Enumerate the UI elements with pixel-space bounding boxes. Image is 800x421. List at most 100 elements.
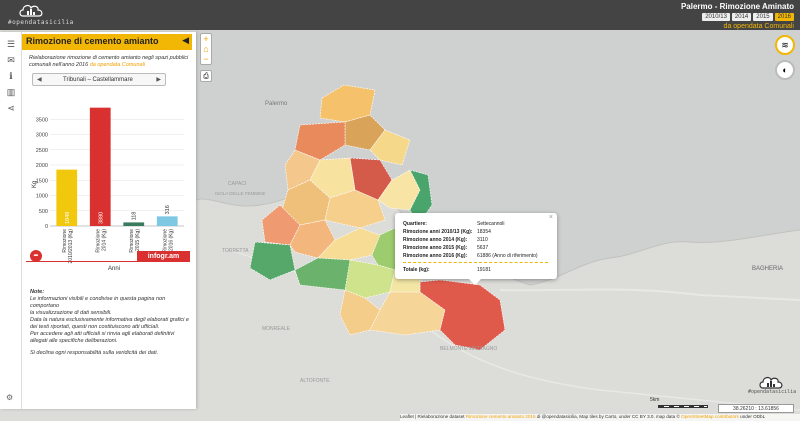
disclaimer: Si declina ogni responsabilità sulla ver… (30, 350, 159, 356)
chart-y-ticks: 0500100015002000250030003500 (36, 117, 48, 230)
bar-chart: 0500100015002000250030003500 1849 3880 118… (32, 107, 184, 272)
place-label: CAPACI (228, 181, 246, 187)
notes-line: la visualizzazione di dati sensibili. (30, 310, 112, 316)
place-label: TORRETTA (222, 248, 249, 254)
zoom-in-button[interactable]: + (201, 34, 211, 44)
watermark-brand: #opendatasicilia (748, 389, 797, 395)
collapse-panel-button[interactable]: ◀ (182, 35, 189, 46)
chart-y-tick-label: 2000 (36, 163, 48, 169)
tab-year-2015[interactable]: 2015 (753, 13, 773, 21)
chart-y-tick-label: 3500 (36, 117, 48, 123)
popup-key: Rimozione anno 2016 (Kg): (403, 253, 468, 259)
tab-year-2016[interactable]: 2016 (774, 13, 794, 21)
description-link[interactable]: da opendata Comunali (90, 62, 145, 68)
chart-y-tick-label: 2500 (36, 148, 48, 154)
popup-total-key: Totale (kg): (403, 267, 430, 273)
popup-total-value: 19181 (477, 267, 491, 273)
cloud-logo-icon (19, 4, 43, 17)
watermark-logo: #opendatasicilia (748, 374, 796, 398)
popup-value: 5637 (477, 245, 489, 251)
popup-divider (403, 262, 548, 263)
layers-icon[interactable]: ≋ (775, 35, 795, 55)
chevron-left-icon[interactable]: ◀ (37, 76, 42, 83)
mail-icon[interactable]: ✉ (5, 54, 17, 66)
notes-line: Data la natura esclusivamente informativ… (30, 317, 189, 323)
place-label: ISOLA DELLE FEMMINE (215, 191, 266, 196)
top-bar: #opendatasicilia Palermo - Rimozione Ami… (0, 0, 800, 30)
panel-header: Rimozione di cemento amianto ◀ (22, 34, 192, 50)
scale-bar-graphic (658, 405, 708, 408)
place-label: BAGHERIA (752, 266, 783, 272)
coordinates-readout: 38.26210 : 13.61856 (718, 404, 794, 413)
place-label: ALTOFONTE (300, 378, 330, 384)
chart-x-tick-label: Rimozione2014 (Kg) (95, 229, 107, 253)
panel-icon-rail: ☰ ✉ ℹ ▥ ⋖ ⚙ (0, 32, 22, 409)
popup-key: Rimozione anni 2010/13 (Kg): (403, 229, 473, 235)
popup-key: Quartiere: (403, 221, 427, 227)
zoom-out-button[interactable]: − (201, 54, 211, 64)
notes-line: allegati alle specifiche deliberazioni. (30, 338, 118, 344)
chart-bar (156, 216, 178, 226)
chart-x-tick-label: Rimozione2015 (Kg) (129, 229, 141, 253)
year-tabs: 2010/13 2014 2015 2016 (681, 13, 794, 21)
info-icon[interactable]: ℹ (5, 70, 17, 82)
brand-name: #opendatasicilia (8, 19, 74, 26)
zoom-control: + ⌂ − (200, 33, 212, 65)
district-select-value: Tribunali – Castellammare (63, 77, 133, 83)
attribution-text: under ODbL (740, 414, 766, 419)
attribution-osm-link[interactable]: OpenStreetMap contributors (681, 414, 739, 419)
popup-key: Rimozione anno 2015 (Kg): (403, 245, 468, 251)
source-link[interactable]: da opendata Comunali (681, 23, 794, 30)
attribution-text: di @opendatasicilia, Map tiles by Carto,… (536, 414, 680, 419)
notes-title: Note: (30, 289, 45, 295)
tab-year-2014[interactable]: 2014 (731, 13, 752, 21)
infogram-link[interactable]: infogr.am (137, 251, 190, 262)
app-root: Palermo BAGHERIA TORRETTA ISOLA DELLE FE… (0, 0, 800, 421)
road (499, 288, 800, 301)
chart-y-axis-label: Kg (32, 181, 38, 188)
brand-logo[interactable]: #opendatasicilia (8, 2, 73, 28)
place-label: Palermo (265, 101, 288, 107)
chart-bar (89, 107, 111, 226)
chart-bar (123, 222, 145, 226)
popup-key: Rimozione anno 2014 (Kg): (403, 237, 468, 243)
panel-title: Rimozione di cemento amianto (26, 36, 159, 46)
cloud-logo-icon (759, 376, 783, 389)
attribution: Leaflet | Rielaborazione dataset Rimozio… (400, 414, 800, 421)
page-title: Palermo - Rimozione Aminato (680, 2, 794, 11)
close-icon[interactable]: × (549, 214, 553, 221)
place-label: BELMONTE MEZZAGNO (440, 346, 497, 352)
chart-value-label: 118 (132, 212, 138, 221)
menu-icon[interactable]: ☰ (5, 38, 17, 50)
chart-y-tick-label: 500 (39, 209, 48, 215)
chart-value-label: 3880 (98, 212, 104, 224)
palette-icon[interactable]: ◐ (775, 60, 795, 80)
popup-value: 61886 (Anno di riferimento) (477, 253, 538, 259)
district-popup: × Quartiere: Settecannoli Rimozione anni … (395, 213, 557, 285)
chart-value-label: 1849 (65, 212, 71, 224)
popup-value: Settecannoli (477, 221, 505, 227)
district-polygon[interactable] (249, 241, 296, 281)
title-area: Palermo - Rimozione Aminato 2010/13 2014… (681, 2, 794, 30)
chart-x-axis-label: Anni (108, 266, 120, 272)
chevron-right-icon[interactable]: ▶ (156, 76, 161, 83)
panel-description: Rielaborazione rimozione di cemento amia… (29, 55, 189, 69)
chart-icon[interactable]: ▥ (5, 86, 17, 98)
place-label: MONREALE (262, 326, 291, 332)
share-icon[interactable]: ⋖ (5, 102, 17, 114)
side-panel: ☰ ✉ ℹ ▥ ⋖ ⚙ Rimozione di cemento amianto… (0, 32, 196, 409)
attribution-dataset-link[interactable]: Rimozione cemento amianto 2016 (466, 414, 536, 419)
district-select[interactable]: ◀ Tribunali – Castellammare ▶ (32, 73, 166, 86)
chart-x-tick-label: Rimozione2016 (Kg) (162, 229, 174, 253)
print-icon[interactable]: ⎙ (200, 70, 212, 82)
chart-value-label: 316 (165, 205, 171, 214)
notes-line: dei testi riportati, questi non costitui… (30, 324, 160, 330)
home-icon[interactable]: ⌂ (201, 44, 211, 54)
chart-bars (56, 107, 178, 226)
scale-bar: 5km (650, 397, 710, 411)
tab-year-2010-13[interactable]: 2010/13 (702, 13, 730, 21)
gear-icon[interactable]: ⚙ (6, 393, 13, 402)
chart-y-tick-label: 3000 (36, 133, 48, 139)
popup-value: 3110 (477, 237, 488, 243)
popup-value: 18354 (477, 229, 491, 235)
